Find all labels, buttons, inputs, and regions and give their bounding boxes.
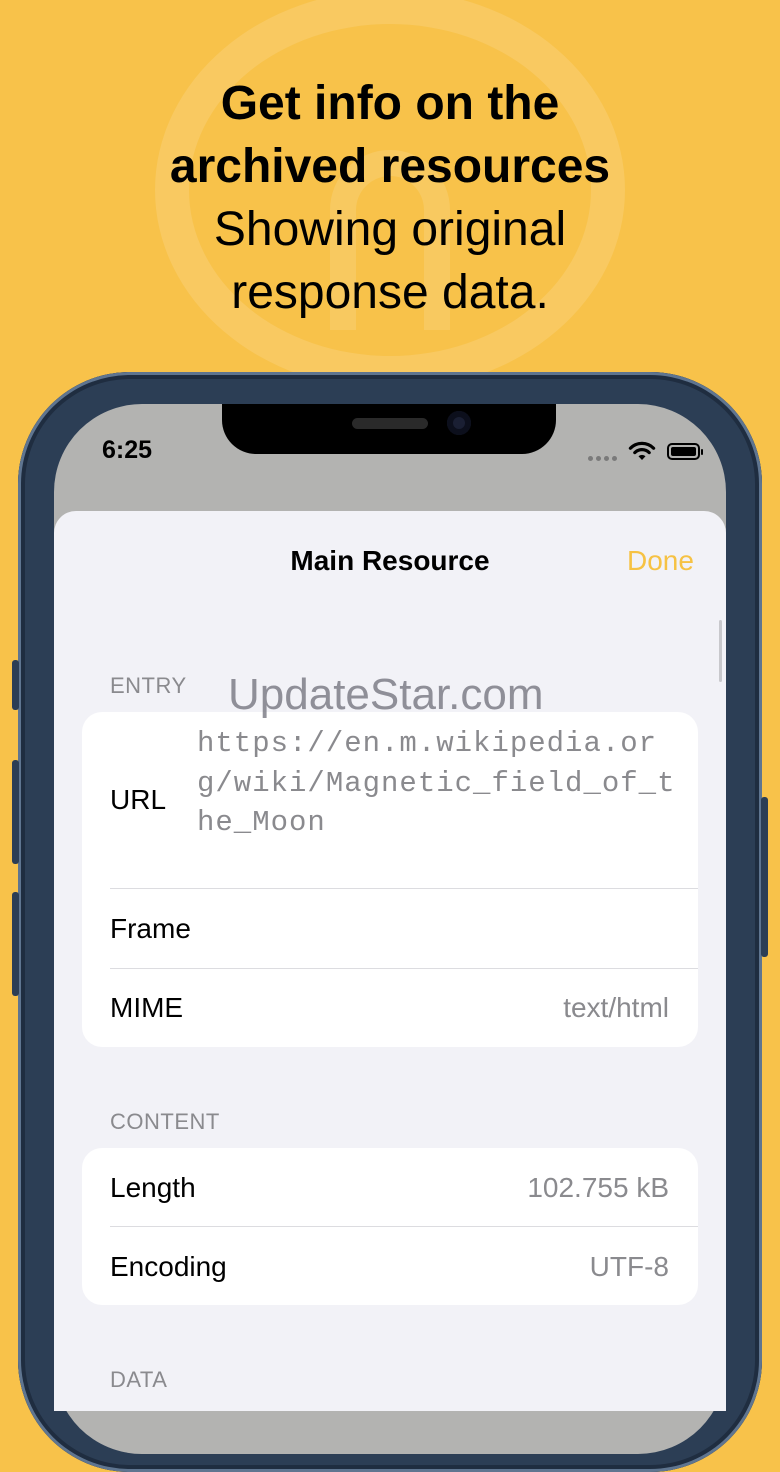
mime-value: text/html	[563, 992, 669, 1023]
url-value: https://en.m.wikipedia.org/wiki/Magnetic…	[197, 727, 676, 839]
phone-power-button	[761, 797, 768, 957]
encoding-label: Encoding	[110, 1251, 227, 1282]
headline-regular-line-1: Showing original	[213, 203, 567, 256]
encoding-value: UTF-8	[589, 1251, 669, 1282]
mime-row[interactable]: MIME text/html	[82, 969, 698, 1047]
section-header-data: DATA	[110, 1367, 168, 1392]
length-label: Length	[110, 1172, 196, 1203]
cellular-signal-icon	[588, 456, 617, 461]
section-header-content: CONTENT	[110, 1109, 220, 1134]
phone-volume-down-button	[12, 892, 19, 996]
done-button[interactable]: Done	[627, 545, 694, 577]
headline-regular-line-2: response data.	[231, 266, 549, 319]
headline: Get info on the archived resources Showi…	[0, 72, 780, 324]
length-row[interactable]: Length 102.755 kB	[82, 1148, 698, 1226]
phone-camera	[447, 411, 471, 435]
mime-label: MIME	[110, 992, 184, 1023]
entry-card: URL https://en.m.wikipedia.org/wiki/Magn…	[82, 712, 698, 1047]
wifi-icon	[628, 441, 656, 460]
frame-row[interactable]: Frame	[82, 889, 698, 968]
phone-notch	[222, 404, 556, 454]
phone-mute-switch	[12, 660, 19, 710]
watermark: UpdateStar.com	[228, 670, 544, 719]
headline-bold-line-1: Get info on the	[220, 77, 560, 130]
phone-speaker	[352, 418, 428, 429]
url-label: URL	[110, 784, 167, 815]
frame-label: Frame	[110, 913, 191, 944]
scroll-indicator[interactable]	[719, 620, 722, 682]
encoding-row[interactable]: Encoding UTF-8	[82, 1227, 698, 1305]
status-time: 6:25	[102, 436, 153, 464]
phone-volume-up-button	[12, 760, 19, 864]
section-header-entry: ENTRY	[110, 673, 187, 698]
battery-icon	[667, 443, 703, 460]
content-card: Length 102.755 kB Encoding UTF-8	[82, 1148, 698, 1305]
headline-bold-line-2: archived resources	[169, 140, 611, 193]
url-row[interactable]: URL https://en.m.wikipedia.org/wiki/Magn…	[82, 712, 698, 888]
length-value: 102.755 kB	[527, 1172, 669, 1203]
